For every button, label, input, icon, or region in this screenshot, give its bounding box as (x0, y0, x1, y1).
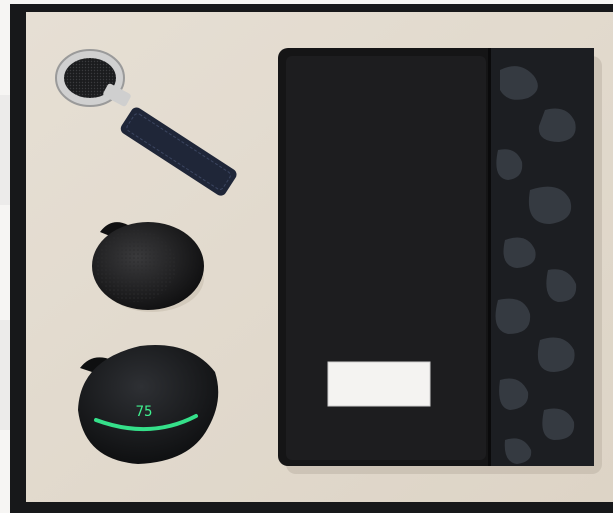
notebook-spine-seam (488, 48, 491, 466)
speaker-grille (96, 230, 176, 302)
earbuds-display: 75 (136, 404, 153, 420)
notebook-name-plate (327, 361, 431, 407)
gift-box-photo: 75 (0, 4, 613, 513)
notebook (278, 48, 602, 474)
